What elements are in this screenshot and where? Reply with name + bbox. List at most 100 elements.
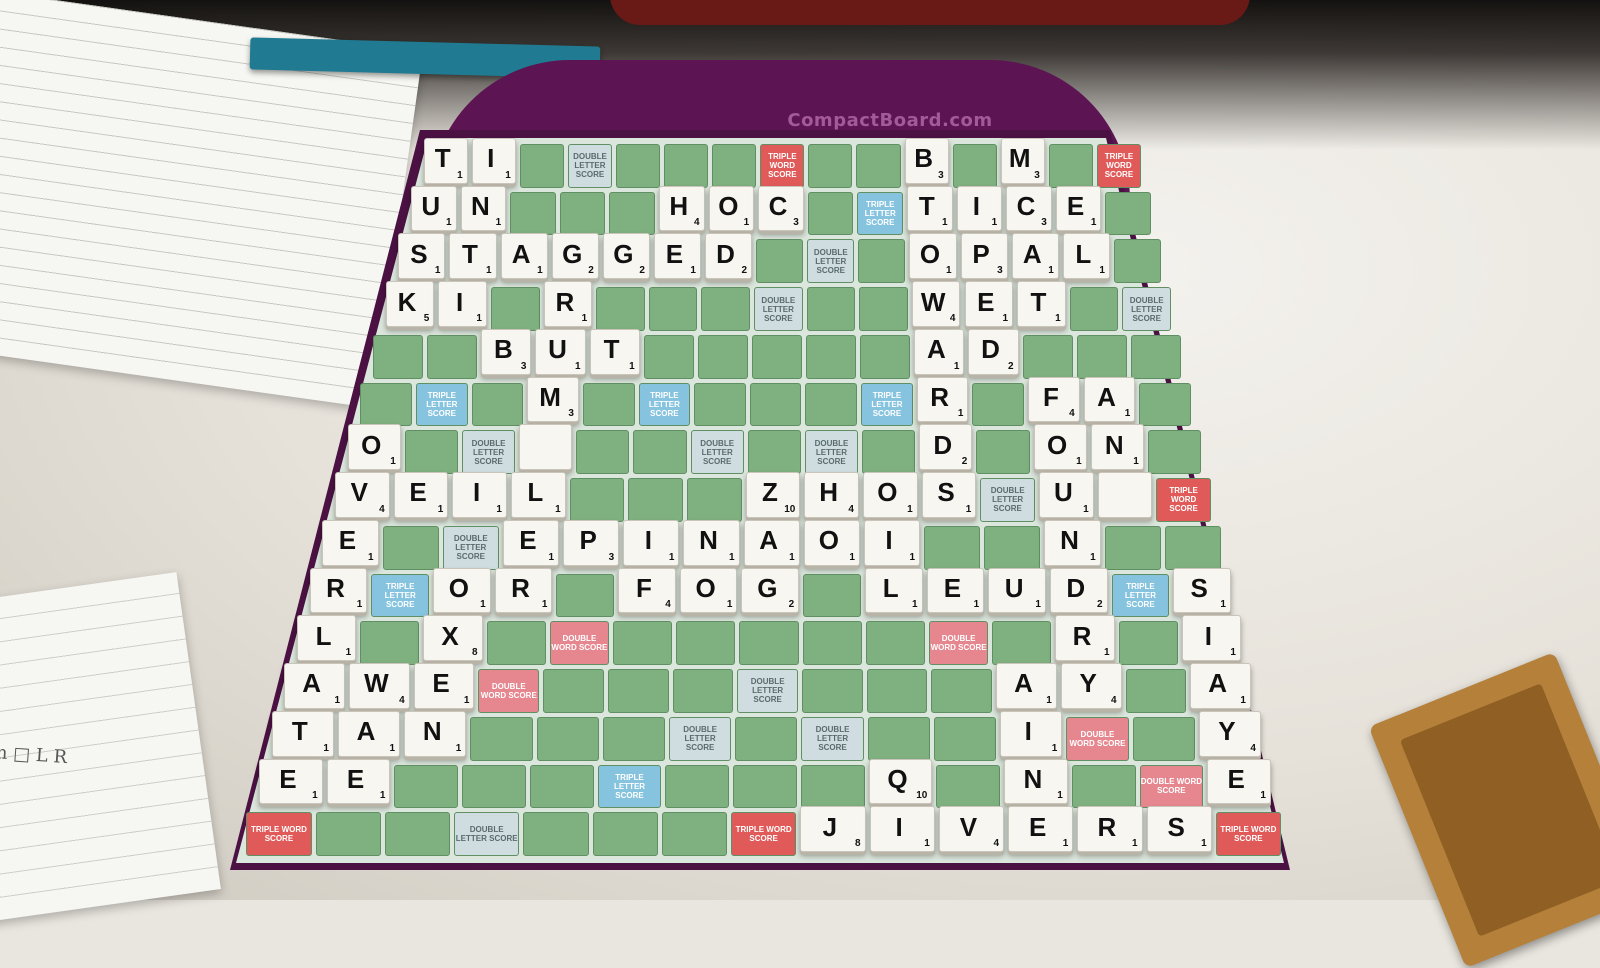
letter-tile[interactable]: X8: [423, 615, 483, 662]
double-letter-square[interactable]: DOUBLE LETTER SCORE: [1122, 287, 1171, 331]
board-square[interactable]: [664, 144, 709, 188]
board-square[interactable]: [582, 382, 635, 427]
board-square[interactable]: [613, 621, 673, 666]
triple-letter-square[interactable]: TRIPLE LETTER SCORE: [1111, 573, 1170, 618]
letter-tile[interactable]: U1: [411, 185, 457, 232]
board-square[interactable]: [1069, 287, 1119, 331]
board-square[interactable]: [859, 287, 908, 331]
board-square[interactable]: [697, 334, 748, 379]
board-square[interactable]: [747, 430, 801, 475]
letter-tile[interactable]: I1: [438, 281, 487, 327]
board-square[interactable]: [800, 764, 865, 809]
double-letter-square[interactable]: DOUBLE LETTER SCORE: [461, 430, 516, 475]
board-square[interactable]: [592, 812, 658, 856]
letter-tile[interactable]: G2: [602, 233, 650, 280]
board-square[interactable]: [807, 191, 854, 236]
letter-tile[interactable]: A1: [743, 519, 800, 566]
board-square[interactable]: [633, 430, 687, 475]
board-square[interactable]: [543, 669, 604, 713]
double-letter-square[interactable]: DOUBLE LETTER SCORE: [801, 716, 864, 761]
board-square[interactable]: [529, 764, 594, 809]
board-square[interactable]: [661, 812, 728, 856]
board-square[interactable]: [556, 573, 615, 618]
board-square[interactable]: [805, 382, 858, 427]
board-square[interactable]: [1113, 239, 1161, 284]
board-square[interactable]: [519, 144, 564, 188]
letter-tile[interactable]: N1: [1090, 424, 1144, 471]
board-square[interactable]: [860, 334, 911, 379]
letter-tile[interactable]: I1: [869, 806, 935, 852]
board-square[interactable]: [648, 287, 698, 331]
letter-tile[interactable]: A1: [1083, 376, 1136, 423]
board-square[interactable]: [486, 621, 546, 666]
board-square[interactable]: [802, 669, 863, 713]
board-square[interactable]: [749, 382, 802, 427]
board-square[interactable]: [394, 764, 459, 809]
letter-tile[interactable]: L1: [511, 472, 566, 518]
letter-tile[interactable]: N1: [460, 185, 507, 232]
board-square[interactable]: [384, 812, 451, 856]
letter-tile[interactable]: E1: [413, 663, 475, 709]
letter-tile[interactable]: O1: [347, 424, 401, 471]
board-square[interactable]: [576, 430, 630, 475]
letter-tile[interactable]: O1: [863, 472, 918, 518]
letter-tile[interactable]: T1: [271, 710, 334, 757]
letter-tile[interactable]: A1: [914, 328, 965, 375]
board-square[interactable]: [933, 716, 997, 761]
letter-tile[interactable]: G2: [551, 233, 599, 280]
board-square[interactable]: [602, 716, 665, 761]
board-square[interactable]: [701, 287, 750, 331]
double-word-square[interactable]: DOUBLE WORD SCORE: [1066, 716, 1129, 761]
board-square[interactable]: [665, 764, 730, 809]
board-square[interactable]: [559, 191, 606, 236]
double-letter-square[interactable]: DOUBLE LETTER SCORE: [737, 669, 798, 713]
board-square[interactable]: [1048, 144, 1093, 188]
letter-tile[interactable]: U1: [988, 567, 1046, 614]
board-square[interactable]: [972, 382, 1025, 427]
letter-tile[interactable]: I1: [452, 472, 507, 518]
board-square[interactable]: [952, 144, 997, 188]
board-square[interactable]: [471, 382, 524, 427]
letter-tile[interactable]: A1: [1190, 663, 1251, 709]
triple-letter-square[interactable]: TRIPLE LETTER SCORE: [638, 382, 691, 427]
double-word-square[interactable]: DOUBLE WORD SCORE: [1139, 764, 1204, 809]
board-square[interactable]: [607, 669, 669, 713]
board-square[interactable]: [1125, 669, 1187, 713]
board-square[interactable]: [1076, 334, 1127, 379]
board-square[interactable]: [806, 334, 857, 379]
letter-tile[interactable]: I1: [1181, 615, 1241, 662]
letter-tile[interactable]: W4: [349, 663, 410, 709]
letter-tile[interactable]: F4: [1028, 376, 1080, 423]
double-letter-square[interactable]: DOUBLE LETTER SCORE: [804, 430, 859, 475]
board-square[interactable]: [569, 478, 625, 522]
letter-tile[interactable]: N1: [1044, 519, 1101, 566]
letter-tile[interactable]: E1: [259, 758, 323, 805]
letter-tile[interactable]: S1: [921, 472, 977, 518]
letter-tile[interactable]: T1: [423, 138, 468, 184]
letter-tile[interactable]: E1: [653, 233, 701, 280]
letter-tile[interactable]: E1: [1008, 806, 1074, 852]
letter-tile[interactable]: Q 10: [868, 758, 933, 805]
board-square[interactable]: [360, 621, 420, 666]
letter-tile[interactable]: I1: [956, 185, 1003, 232]
board-square[interactable]: [931, 669, 993, 713]
board-square[interactable]: [756, 239, 804, 284]
triple-letter-square[interactable]: TRIPLE LETTER SCORE: [857, 191, 903, 236]
letter-tile[interactable]: T1: [1017, 281, 1066, 327]
double-letter-square[interactable]: DOUBLE LETTER SCORE: [454, 812, 520, 856]
board-square[interactable]: [866, 669, 928, 713]
board-square[interactable]: [936, 764, 1001, 809]
letter-tile[interactable]: F4: [618, 567, 676, 614]
board-square[interactable]: [803, 573, 861, 618]
letter-tile[interactable]: K5: [385, 281, 435, 327]
letter-tile[interactable]: A1: [1011, 233, 1059, 280]
letter-tile[interactable]: E1: [502, 519, 560, 566]
triple-word-square[interactable]: TRIPLE WORD SCORE: [1156, 478, 1211, 522]
letter-tile[interactable]: E1: [1055, 185, 1102, 232]
board-square[interactable]: [1139, 382, 1191, 427]
board-square[interactable]: [1071, 764, 1136, 809]
double-word-square[interactable]: DOUBLE WORD SCORE: [549, 621, 609, 666]
triple-word-square[interactable]: TRIPLE WORD SCORE: [731, 812, 797, 856]
double-letter-square[interactable]: DOUBLE LETTER SCORE: [442, 525, 499, 570]
double-letter-square[interactable]: DOUBLE LETTER SCORE: [980, 478, 1035, 522]
